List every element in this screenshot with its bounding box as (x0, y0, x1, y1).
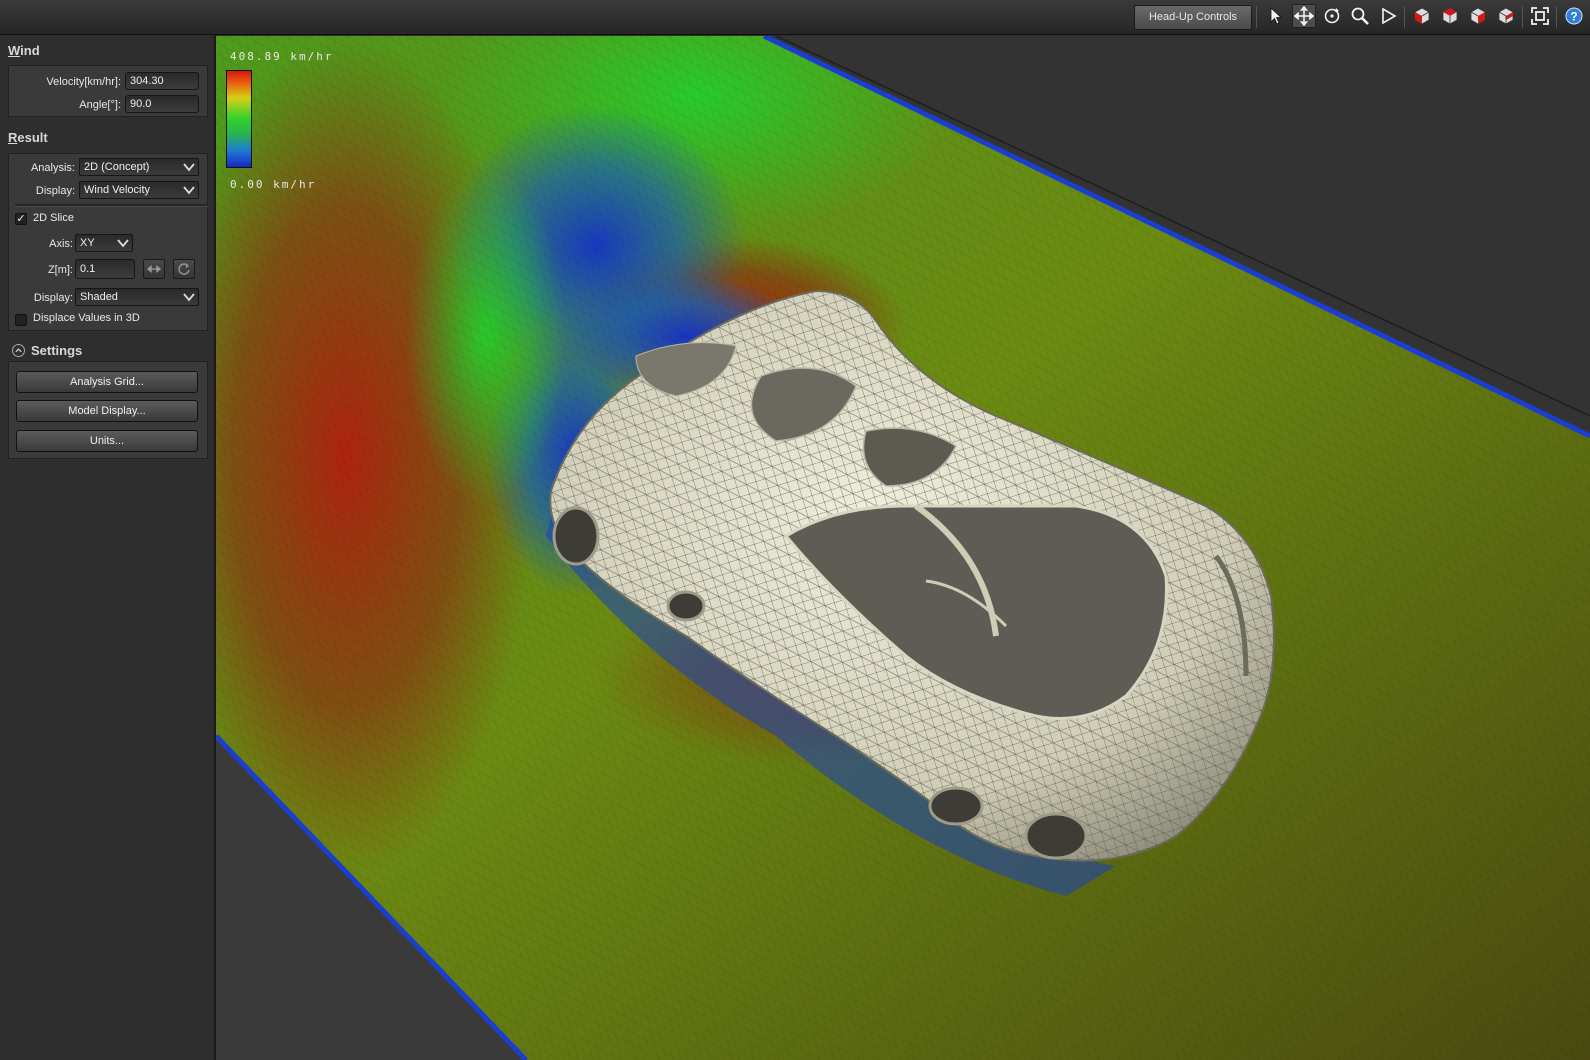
velocity-color-scale (226, 70, 252, 168)
chevron-down-icon (183, 186, 195, 195)
sidebar: Wind Velocity[km/hr]: 304.30 Angle[°]: 9… (0, 35, 216, 1060)
display-dropdown[interactable]: Wind Velocity (79, 181, 199, 199)
display2-label: Display: (33, 292, 73, 304)
toolbar-separator (1522, 6, 1523, 28)
view-cube-side-icon[interactable] (1466, 4, 1490, 28)
help-icon[interactable]: ? (1562, 4, 1586, 28)
head-up-controls-button[interactable]: Head-Up Controls (1134, 5, 1252, 30)
analysis-dropdown-value: 2D (Concept) (84, 161, 150, 173)
axis-dropdown-value: XY (80, 237, 95, 249)
result-panel: Analysis: 2D (Concept) Display: Wind Vel… (8, 153, 209, 331)
wind-simulation-scene (216, 36, 1590, 1060)
velocity-label: Velocity[km/hr]: (46, 76, 121, 88)
display-dropdown-value: Wind Velocity (84, 184, 151, 196)
main-toolbar: Head-Up Controls ? (0, 0, 1590, 35)
z-label: Z[m]: (47, 264, 73, 276)
wind-section-title: Wind (8, 43, 40, 58)
panel-divider (15, 204, 209, 207)
double-arrow-icon (147, 265, 161, 273)
view-cube-top-icon[interactable] (1438, 4, 1462, 28)
fit-view-icon[interactable] (1528, 4, 1552, 28)
angle-label: Angle[°]: (79, 99, 121, 111)
chevron-down-icon (117, 239, 129, 248)
orbit-icon[interactable] (1320, 4, 1344, 28)
legend-max-label: 408.89 km/hr (230, 50, 334, 63)
axis-label: Axis: (49, 238, 73, 250)
3d-viewport[interactable]: 408.89 km/hr 0.00 km/hr (216, 36, 1590, 1060)
z-field[interactable]: 0.1 (75, 259, 135, 279)
svg-text:?: ? (1570, 10, 1577, 24)
2d-slice-checkbox[interactable]: ✓ (15, 213, 27, 225)
2d-slice-label: 2D Slice (33, 212, 74, 224)
view-cube-front-icon[interactable] (1410, 4, 1434, 28)
slice-reset-button[interactable] (173, 259, 195, 279)
pan-icon[interactable] (1292, 4, 1316, 28)
analysis-grid-button[interactable]: Analysis Grid... (16, 371, 198, 393)
settings-title: Settings (31, 342, 83, 358)
play-icon[interactable] (1376, 4, 1400, 28)
display-mode-value: Shaded (80, 291, 118, 303)
angle-field[interactable]: 90.0 (125, 95, 199, 113)
chevron-down-icon (183, 163, 195, 172)
toolbar-separator (1256, 6, 1257, 28)
view-cube-iso-icon[interactable] (1494, 4, 1518, 28)
legend-min-label: 0.00 km/hr (230, 178, 317, 191)
result-section-title: Result (8, 130, 48, 145)
displace-values-checkbox[interactable] (15, 314, 27, 326)
wind-panel: Velocity[km/hr]: 304.30 Angle[°]: 90.0 (8, 65, 208, 117)
chevron-down-icon (183, 293, 195, 302)
toolbar-separator (1556, 6, 1557, 28)
units-button[interactable]: Units... (16, 430, 198, 452)
slice-step-button[interactable] (143, 259, 165, 279)
display-mode-dropdown[interactable]: Shaded (75, 288, 199, 306)
collapse-icon (12, 343, 25, 357)
refresh-icon (178, 263, 190, 275)
displace-values-label: Displace Values in 3D (33, 312, 140, 324)
display-label: Display: (35, 185, 75, 197)
toolbar-separator (1404, 6, 1405, 28)
axis-dropdown[interactable]: XY (75, 234, 133, 252)
select-arrow-icon[interactable] (1264, 4, 1288, 28)
settings-section-header[interactable]: Settings (12, 341, 82, 359)
analysis-dropdown[interactable]: 2D (Concept) (79, 158, 199, 176)
zoom-icon[interactable] (1348, 4, 1372, 28)
model-display-button[interactable]: Model Display... (16, 400, 198, 422)
analysis-label: Analysis: (30, 162, 75, 174)
velocity-field[interactable]: 304.30 (125, 72, 199, 90)
